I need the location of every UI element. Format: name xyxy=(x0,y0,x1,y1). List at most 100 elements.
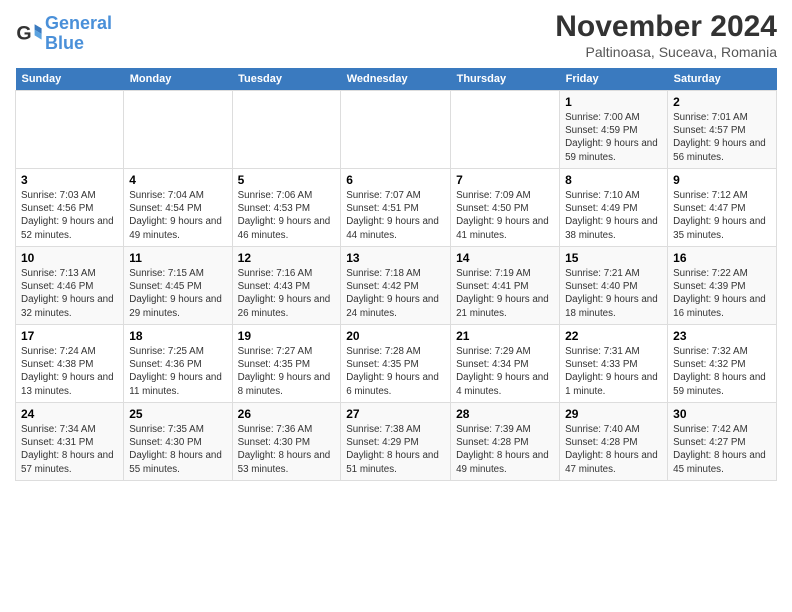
day-number: 15 xyxy=(565,251,662,265)
table-row: 2 Sunrise: 7:01 AMSunset: 4:57 PMDaylight… xyxy=(668,91,777,169)
table-row: 30 Sunrise: 7:42 AMSunset: 4:27 PMDayligh… xyxy=(668,403,777,481)
page-container: G General Blue November 2024 Paltinoasa,… xyxy=(0,0,792,491)
day-number: 25 xyxy=(129,407,226,421)
table-row: 18Sunrise: 7:25 AMSunset: 4:36 PMDayligh… xyxy=(124,325,232,403)
table-row: 6 Sunrise: 7:07 AMSunset: 4:51 PMDaylight… xyxy=(341,169,451,247)
location-subtitle: Paltinoasa, Suceava, Romania xyxy=(555,44,777,60)
table-row: 23Sunrise: 7:32 AMSunset: 4:32 PMDayligh… xyxy=(668,325,777,403)
day-info: Sunrise: 7:22 AMSunset: 4:39 PMDaylight:… xyxy=(673,267,771,320)
day-number: 10 xyxy=(21,251,118,265)
day-info: Sunrise: 7:18 AMSunset: 4:42 PMDaylight:… xyxy=(346,267,445,320)
calendar-table: Sunday Monday Tuesday Wednesday Thursday… xyxy=(15,68,777,481)
table-row: 28 Sunrise: 7:39 AMSunset: 4:28 PMDayligh… xyxy=(451,403,560,481)
logo-blue: Blue xyxy=(45,33,84,53)
day-info: Sunrise: 7:04 AMSunset: 4:54 PMDaylight:… xyxy=(129,189,226,242)
day-info: Sunrise: 7:03 AMSunset: 4:56 PMDaylight:… xyxy=(21,189,118,242)
table-row xyxy=(232,91,341,169)
table-row: 17 Sunrise: 7:24 AMSunset: 4:38 PMDayligh… xyxy=(16,325,124,403)
table-row: 13 Sunrise: 7:18 AMSunset: 4:42 PMDayligh… xyxy=(341,247,451,325)
day-number: 21 xyxy=(456,329,554,343)
day-number: 30 xyxy=(673,407,771,421)
day-number: 19 xyxy=(238,329,336,343)
day-number: 14 xyxy=(456,251,554,265)
table-row: 11 Sunrise: 7:15 AMSunset: 4:45 PMDayligh… xyxy=(124,247,232,325)
col-thursday: Thursday xyxy=(451,68,560,91)
day-number: 8 xyxy=(565,173,662,187)
day-info: Sunrise: 7:40 AMSunset: 4:28 PMDaylight:… xyxy=(565,423,662,476)
col-tuesday: Tuesday xyxy=(232,68,341,91)
table-row: 22Sunrise: 7:31 AMSunset: 4:33 PMDayligh… xyxy=(560,325,668,403)
table-row: 24 Sunrise: 7:34 AMSunset: 4:31 PMDayligh… xyxy=(16,403,124,481)
month-year-title: November 2024 xyxy=(555,10,777,44)
day-number: 3 xyxy=(21,173,118,187)
day-info: Sunrise: 7:13 AMSunset: 4:46 PMDaylight:… xyxy=(21,267,118,320)
day-info: Sunrise: 7:00 AMSunset: 4:59 PMDaylight:… xyxy=(565,111,662,164)
table-row: 14Sunrise: 7:19 AMSunset: 4:41 PMDayligh… xyxy=(451,247,560,325)
day-number: 5 xyxy=(238,173,336,187)
day-number: 22 xyxy=(565,329,662,343)
logo-general: General xyxy=(45,13,112,33)
day-number: 9 xyxy=(673,173,771,187)
day-number: 28 xyxy=(456,407,554,421)
table-row: 21 Sunrise: 7:29 AMSunset: 4:34 PMDayligh… xyxy=(451,325,560,403)
table-row xyxy=(124,91,232,169)
table-row: 10 Sunrise: 7:13 AMSunset: 4:46 PMDayligh… xyxy=(16,247,124,325)
table-row: 26 Sunrise: 7:36 AMSunset: 4:30 PMDayligh… xyxy=(232,403,341,481)
day-info: Sunrise: 7:29 AMSunset: 4:34 PMDaylight:… xyxy=(456,345,554,398)
col-monday: Monday xyxy=(124,68,232,91)
svg-text:G: G xyxy=(16,22,31,44)
day-number: 26 xyxy=(238,407,336,421)
day-info: Sunrise: 7:10 AMSunset: 4:49 PMDaylight:… xyxy=(565,189,662,242)
day-info: Sunrise: 7:09 AMSunset: 4:50 PMDaylight:… xyxy=(456,189,554,242)
day-number: 2 xyxy=(673,95,771,109)
day-info: Sunrise: 7:28 AMSunset: 4:35 PMDaylight:… xyxy=(346,345,445,398)
day-info: Sunrise: 7:36 AMSunset: 4:30 PMDaylight:… xyxy=(238,423,336,476)
day-number: 11 xyxy=(129,251,226,265)
day-number: 16 xyxy=(673,251,771,265)
title-block: November 2024 Paltinoasa, Suceava, Roman… xyxy=(555,10,777,60)
day-info: Sunrise: 7:01 AMSunset: 4:57 PMDaylight:… xyxy=(673,111,771,164)
day-number: 18 xyxy=(129,329,226,343)
calendar-week-row: 24 Sunrise: 7:34 AMSunset: 4:31 PMDayligh… xyxy=(16,403,777,481)
day-info: Sunrise: 7:27 AMSunset: 4:35 PMDaylight:… xyxy=(238,345,336,398)
logo: G General Blue xyxy=(15,14,112,54)
day-number: 27 xyxy=(346,407,445,421)
day-info: Sunrise: 7:15 AMSunset: 4:45 PMDaylight:… xyxy=(129,267,226,320)
table-row: 8 Sunrise: 7:10 AMSunset: 4:49 PMDaylight… xyxy=(560,169,668,247)
header-row: Sunday Monday Tuesday Wednesday Thursday… xyxy=(16,68,777,91)
day-info: Sunrise: 7:35 AMSunset: 4:30 PMDaylight:… xyxy=(129,423,226,476)
table-row: 20Sunrise: 7:28 AMSunset: 4:35 PMDayligh… xyxy=(341,325,451,403)
table-row: 16 Sunrise: 7:22 AMSunset: 4:39 PMDayligh… xyxy=(668,247,777,325)
table-row: 27 Sunrise: 7:38 AMSunset: 4:29 PMDayligh… xyxy=(341,403,451,481)
day-info: Sunrise: 7:24 AMSunset: 4:38 PMDaylight:… xyxy=(21,345,118,398)
day-info: Sunrise: 7:21 AMSunset: 4:40 PMDaylight:… xyxy=(565,267,662,320)
table-row: 4Sunrise: 7:04 AMSunset: 4:54 PMDaylight… xyxy=(124,169,232,247)
table-row: 1 Sunrise: 7:00 AMSunset: 4:59 PMDaylight… xyxy=(560,91,668,169)
table-row: 5 Sunrise: 7:06 AMSunset: 4:53 PMDaylight… xyxy=(232,169,341,247)
day-number: 23 xyxy=(673,329,771,343)
table-row: 9 Sunrise: 7:12 AMSunset: 4:47 PMDaylight… xyxy=(668,169,777,247)
table-row: 19 Sunrise: 7:27 AMSunset: 4:35 PMDayligh… xyxy=(232,325,341,403)
day-info: Sunrise: 7:38 AMSunset: 4:29 PMDaylight:… xyxy=(346,423,445,476)
day-number: 24 xyxy=(21,407,118,421)
table-row: 29 Sunrise: 7:40 AMSunset: 4:28 PMDayligh… xyxy=(560,403,668,481)
day-number: 13 xyxy=(346,251,445,265)
day-info: Sunrise: 7:06 AMSunset: 4:53 PMDaylight:… xyxy=(238,189,336,242)
col-wednesday: Wednesday xyxy=(341,68,451,91)
day-number: 29 xyxy=(565,407,662,421)
day-number: 6 xyxy=(346,173,445,187)
day-info: Sunrise: 7:39 AMSunset: 4:28 PMDaylight:… xyxy=(456,423,554,476)
day-info: Sunrise: 7:42 AMSunset: 4:27 PMDaylight:… xyxy=(673,423,771,476)
day-number: 17 xyxy=(21,329,118,343)
day-number: 1 xyxy=(565,95,662,109)
day-info: Sunrise: 7:34 AMSunset: 4:31 PMDaylight:… xyxy=(21,423,118,476)
day-info: Sunrise: 7:07 AMSunset: 4:51 PMDaylight:… xyxy=(346,189,445,242)
calendar-week-row: 10 Sunrise: 7:13 AMSunset: 4:46 PMDayligh… xyxy=(16,247,777,325)
col-sunday: Sunday xyxy=(16,68,124,91)
table-row: 7Sunrise: 7:09 AMSunset: 4:50 PMDaylight… xyxy=(451,169,560,247)
col-friday: Friday xyxy=(560,68,668,91)
logo-icon: G xyxy=(15,20,43,48)
day-info: Sunrise: 7:12 AMSunset: 4:47 PMDaylight:… xyxy=(673,189,771,242)
calendar-week-row: 3 Sunrise: 7:03 AMSunset: 4:56 PMDaylight… xyxy=(16,169,777,247)
table-row xyxy=(451,91,560,169)
